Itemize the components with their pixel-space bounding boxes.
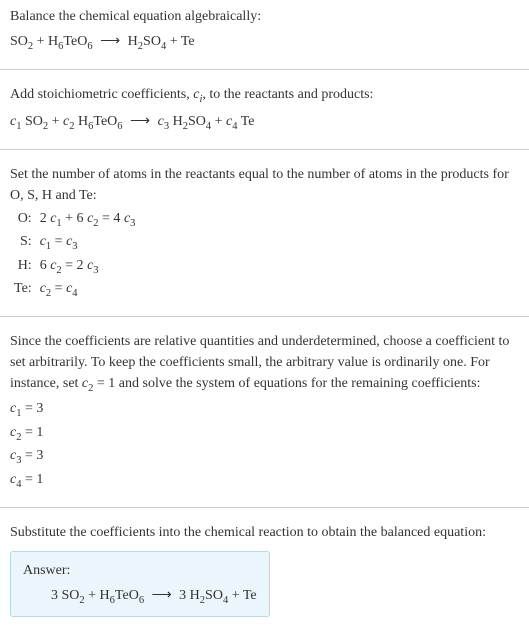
step5-text: Substitute the coefficients into the che… (10, 522, 519, 543)
step2-prefix: Add stoichiometric coefficients, (10, 87, 193, 102)
eq-label-H: H: (10, 255, 40, 279)
divider-3 (0, 316, 529, 317)
answer-box: Answer: 3 SO2 + H6TeO6 ⟶ 3 H2SO4 + Te (10, 551, 270, 618)
eq-label-S: S: (10, 231, 40, 255)
step-solve-coefs: Since the coefficients are relative quan… (0, 325, 529, 499)
step-add-coefficients: Add stoichiometric coefficients, ci, to … (0, 78, 529, 141)
step-substitute: Substitute the coefficients into the che… (0, 516, 529, 624)
coefficient-solutions: c1 = 3 c2 = 1 c3 = 3 c4 = 1 (10, 398, 519, 492)
divider-2 (0, 149, 529, 150)
reaction-with-coefs: c1 SO2 + c2 H6TeO6 ⟶ c3 H2SO4 + c4 Te (10, 111, 519, 135)
step3-text: Set the number of atoms in the reactants… (10, 164, 519, 206)
eq-label-O: O: (10, 208, 40, 232)
answer-equation: 3 SO2 + H6TeO6 ⟶ 3 H2SO4 + Te (23, 585, 257, 609)
eq-val-O: 2 c1 + 6 c2 = 4 c3 (40, 208, 136, 232)
eq-label-Te: Te: (10, 278, 40, 302)
step4-suffix: and solve the system of equations for th… (115, 376, 480, 391)
coef-c4: c4 = 1 (10, 469, 519, 493)
eq-row-S: S: c1 = c3 (10, 231, 135, 255)
step4-mid: = 1 (93, 376, 115, 391)
atom-equation-table: O: 2 c1 + 6 c2 = 4 c3 S: c1 = c3 H: 6 c2… (10, 208, 135, 302)
step2-text: Add stoichiometric coefficients, ci, to … (10, 84, 519, 108)
coef-c3: c3 = 3 (10, 445, 519, 469)
eq-val-H: 6 c2 = 2 c3 (40, 255, 136, 279)
divider-4 (0, 507, 529, 508)
reaction-unbalanced: SO2 + H6TeO6 ⟶ H2SO4 + Te (10, 31, 519, 55)
step-balance-prompt: Balance the chemical equation algebraica… (0, 0, 529, 61)
divider-1 (0, 69, 529, 70)
eq-val-Te: c2 = c4 (40, 278, 136, 302)
coef-c1: c1 = 3 (10, 398, 519, 422)
answer-label: Answer: (23, 560, 257, 581)
eq-row-H: H: 6 c2 = 2 c3 (10, 255, 135, 279)
step4-text: Since the coefficients are relative quan… (10, 331, 519, 397)
step-atom-equations: Set the number of atoms in the reactants… (0, 158, 529, 308)
eq-row-Te: Te: c2 = c4 (10, 278, 135, 302)
eq-row-O: O: 2 c1 + 6 c2 = 4 c3 (10, 208, 135, 232)
step1-text: Balance the chemical equation algebraica… (10, 6, 519, 27)
coef-c2: c2 = 1 (10, 422, 519, 446)
step2-suffix: , to the reactants and products: (202, 87, 373, 102)
eq-val-S: c1 = c3 (40, 231, 136, 255)
